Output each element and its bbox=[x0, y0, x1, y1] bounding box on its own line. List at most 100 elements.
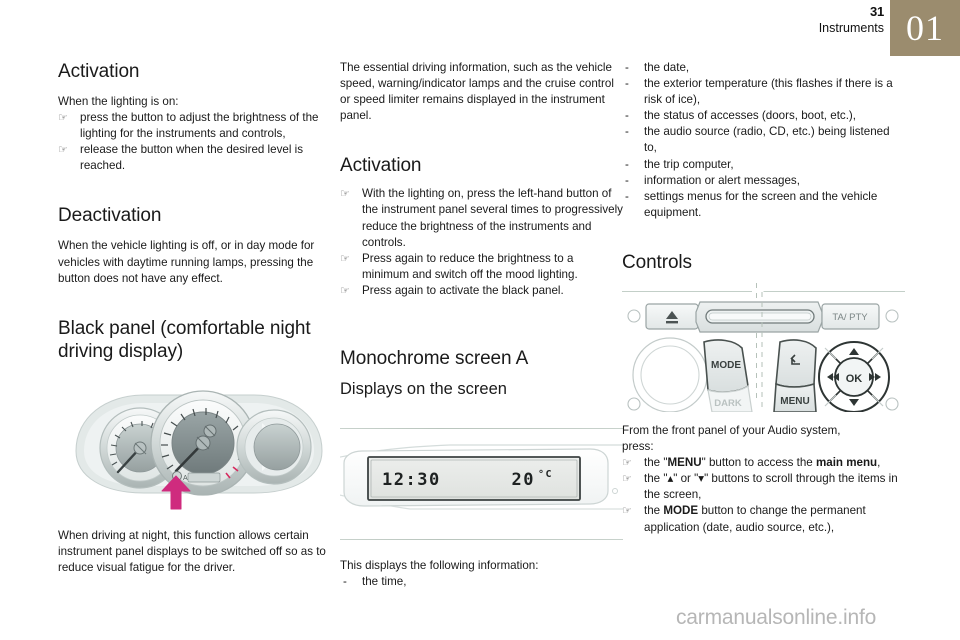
list-item: - the audio source (radio, CD, etc.) bei… bbox=[622, 124, 905, 156]
controls-steps-list: ☞ the "MENU" button to access the main me… bbox=[622, 455, 905, 535]
list-item: ☞ the "▴" or "▾" buttons to scroll throug… bbox=[622, 471, 905, 503]
list-item-label: information or alert messages, bbox=[644, 173, 800, 187]
svg-text:OK: OK bbox=[846, 373, 863, 385]
dash-bullet-icon: - bbox=[625, 173, 629, 187]
list-item: - the exterior temperature (this flashes… bbox=[622, 76, 905, 108]
svg-text:°C: °C bbox=[538, 469, 553, 480]
svg-text:DARK: DARK bbox=[714, 398, 742, 409]
hand-pointer-icon: ☞ bbox=[58, 144, 68, 157]
list-item-label: the audio source (radio, CD, etc.) being… bbox=[644, 125, 890, 155]
hand-pointer-icon: ☞ bbox=[340, 188, 350, 201]
activation-intro-text: When the lighting is on: bbox=[58, 95, 179, 108]
list-item-label: the "MENU" button to access the main men… bbox=[644, 456, 881, 470]
chapter-name: Instruments bbox=[818, 21, 884, 35]
column-1: Activation When the lighting is on: ☞ pr… bbox=[58, 60, 341, 576]
list-item-label: the exterior temperature (this flashes i… bbox=[644, 77, 893, 107]
black-panel-caption: When driving at night, this function all… bbox=[58, 528, 326, 574]
heading-deactivation: Deactivation bbox=[58, 205, 162, 227]
list-item: - the date, bbox=[622, 60, 905, 76]
page-number: 31 bbox=[869, 4, 884, 19]
list-item-label: the date, bbox=[644, 61, 690, 74]
info-list-column3: - the date, - the exterior temperature (… bbox=[622, 60, 905, 221]
info-list-column2: - the time, bbox=[340, 574, 623, 590]
list-item-label: Press again to activate the black panel. bbox=[362, 283, 564, 297]
subheading-displays-on-screen: Displays on the screen bbox=[340, 380, 507, 399]
info-intro-text: This displays the following information: bbox=[340, 559, 539, 573]
list-item: ☞ press the button to adjust the brightn… bbox=[58, 110, 341, 142]
heading-monochrome-screen: Monochrome screen A bbox=[340, 348, 529, 370]
chapter-number-badge: 01 bbox=[890, 0, 960, 56]
svg-text:TA/ PTY: TA/ PTY bbox=[832, 312, 868, 323]
dash-bullet-icon: - bbox=[343, 575, 347, 589]
svg-text:20: 20 bbox=[512, 470, 535, 490]
list-item-label: the "▴" or "▾" buttons to scroll through… bbox=[644, 472, 898, 502]
hand-pointer-icon: ☞ bbox=[58, 112, 68, 125]
hand-pointer-icon: ☞ bbox=[340, 284, 350, 297]
activation-steps-list-1: ☞ press the button to adjust the brightn… bbox=[58, 110, 341, 174]
list-item-label: the status of accesses (doors, boot, etc… bbox=[644, 109, 857, 123]
dash-bullet-icon: - bbox=[625, 125, 629, 139]
list-item: - the status of accesses (doors, boot, e… bbox=[622, 108, 905, 124]
list-item-label: press the button to adjust the brightnes… bbox=[80, 111, 319, 141]
site-watermark: carmanualsonline.info bbox=[676, 606, 877, 629]
list-item: ☞ the "MENU" button to access the main me… bbox=[622, 455, 905, 471]
list-item-label: settings menus for the screen and the ve… bbox=[644, 189, 878, 219]
header-text-block: 31 Instruments bbox=[584, 4, 885, 36]
svg-text:MENU: MENU bbox=[780, 396, 809, 407]
list-item: - the time, bbox=[340, 574, 623, 590]
hand-pointer-icon: ☞ bbox=[340, 252, 350, 265]
list-item: - the trip computer, bbox=[622, 157, 905, 173]
controls-intro-line1: From the front panel of your Audio syste… bbox=[622, 423, 841, 437]
list-item: ☞ With the lighting on, press the left-h… bbox=[340, 186, 623, 250]
dash-bullet-icon: - bbox=[625, 61, 629, 74]
dash-bullet-icon: - bbox=[625, 189, 629, 203]
essential-info-text: The essential driving information, such … bbox=[340, 61, 614, 123]
dash-bullet-icon: - bbox=[625, 109, 629, 123]
list-item-label: Press again to reduce the brightness to … bbox=[362, 251, 578, 281]
column-2: The essential driving information, such … bbox=[340, 60, 623, 590]
activation-steps-list-2: ☞ With the lighting on, press the left-h… bbox=[340, 186, 623, 299]
list-item: ☞ the MODE button to change the permanent… bbox=[622, 503, 905, 535]
dash-bullet-icon: - bbox=[625, 157, 629, 171]
hand-pointer-icon: ☞ bbox=[622, 473, 632, 486]
audio-panel-figure: TA/ PTY MODE DARK MENU OK bbox=[622, 291, 905, 412]
svg-text:12:30: 12:30 bbox=[382, 470, 441, 490]
monochrome-screen-figure: 12:30 20 °C bbox=[340, 429, 623, 539]
list-item-label: With the lighting on, press the left-han… bbox=[362, 187, 623, 249]
list-item-label: the trip computer, bbox=[644, 157, 734, 171]
list-item-label: the time, bbox=[362, 575, 407, 589]
list-item: - information or alert messages, bbox=[622, 173, 905, 189]
page-header: 31 Instruments 01 bbox=[0, 0, 960, 58]
controls-intro-text: From the front panel of your Audio syste… bbox=[622, 423, 905, 455]
heading-controls: Controls bbox=[622, 251, 692, 273]
heading-activation-1: Activation bbox=[58, 61, 140, 82]
controls-intro-line2: press: bbox=[622, 440, 654, 454]
list-item: ☞ Press again to reduce the brightness t… bbox=[340, 251, 623, 283]
svg-text:A: A bbox=[183, 475, 188, 482]
list-item-label: release the button when the desired leve… bbox=[80, 143, 303, 173]
svg-text:MODE: MODE bbox=[711, 360, 741, 371]
heading-black-panel: Black panel (comfortable night driving d… bbox=[58, 317, 311, 362]
column-3: - the date, - the exterior temperature (… bbox=[622, 60, 905, 536]
instrument-cluster-figure: A bbox=[58, 385, 341, 510]
list-item: - settings menus for the screen and the … bbox=[622, 189, 905, 221]
list-item-label: the MODE button to change the permanent … bbox=[644, 504, 866, 534]
list-item: ☞ release the button when the desired le… bbox=[58, 142, 341, 174]
dash-bullet-icon: - bbox=[625, 77, 629, 91]
list-item: ☞ Press again to activate the black pane… bbox=[340, 283, 623, 299]
heading-activation-2: Activation bbox=[340, 155, 422, 177]
hand-pointer-icon: ☞ bbox=[622, 505, 632, 518]
hand-pointer-icon: ☞ bbox=[622, 457, 632, 470]
deactivation-text: When the vehicle lighting is off, or in … bbox=[58, 239, 315, 285]
